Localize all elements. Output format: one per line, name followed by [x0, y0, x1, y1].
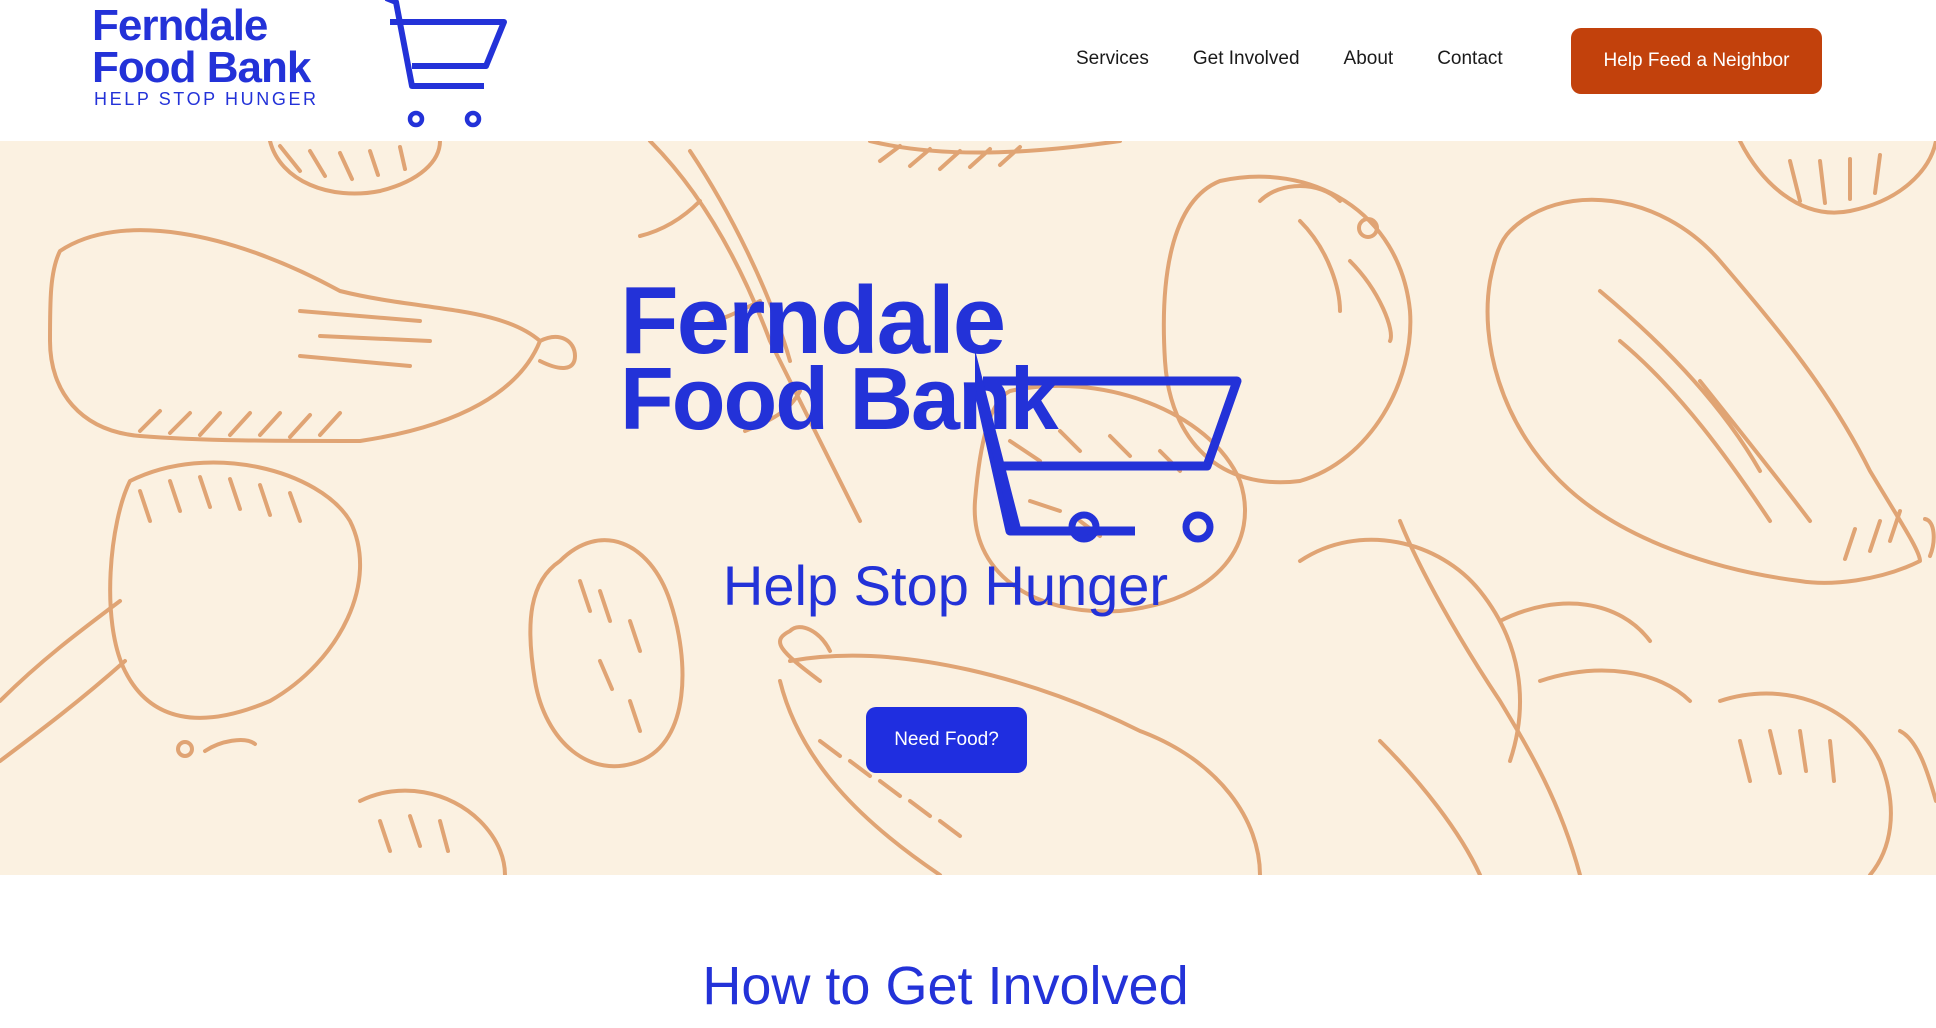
help-feed-button[interactable]: Help Feed a Neighbor — [1571, 28, 1822, 94]
hero-tagline: Help Stop Hunger — [722, 554, 1169, 617]
nav-get-involved[interactable]: Get Involved — [1193, 48, 1300, 70]
main-nav: Services Get Involved About Contact — [1076, 48, 1503, 70]
section-heading: How to Get Involved — [702, 956, 1189, 1016]
hero-section: Ferndale Food Bank Help Stop Hunger Need… — [0, 141, 1936, 875]
shopping-cart-icon — [975, 349, 1242, 536]
site-header: Ferndale Food Bank HELP STOP HUNGER Serv… — [0, 0, 1936, 141]
logo-line-1: Ferndale — [92, 1, 268, 50]
site-logo[interactable]: Ferndale Food Bank HELP STOP HUNGER — [92, 0, 507, 130]
nav-services[interactable]: Services — [1076, 48, 1149, 70]
shopping-cart-icon — [384, 0, 507, 128]
need-food-button[interactable]: Need Food? — [866, 707, 1027, 773]
nav-contact[interactable]: Contact — [1437, 48, 1502, 70]
hero-logo: Ferndale Food Bank — [620, 231, 1280, 561]
nav-about[interactable]: About — [1344, 48, 1394, 70]
